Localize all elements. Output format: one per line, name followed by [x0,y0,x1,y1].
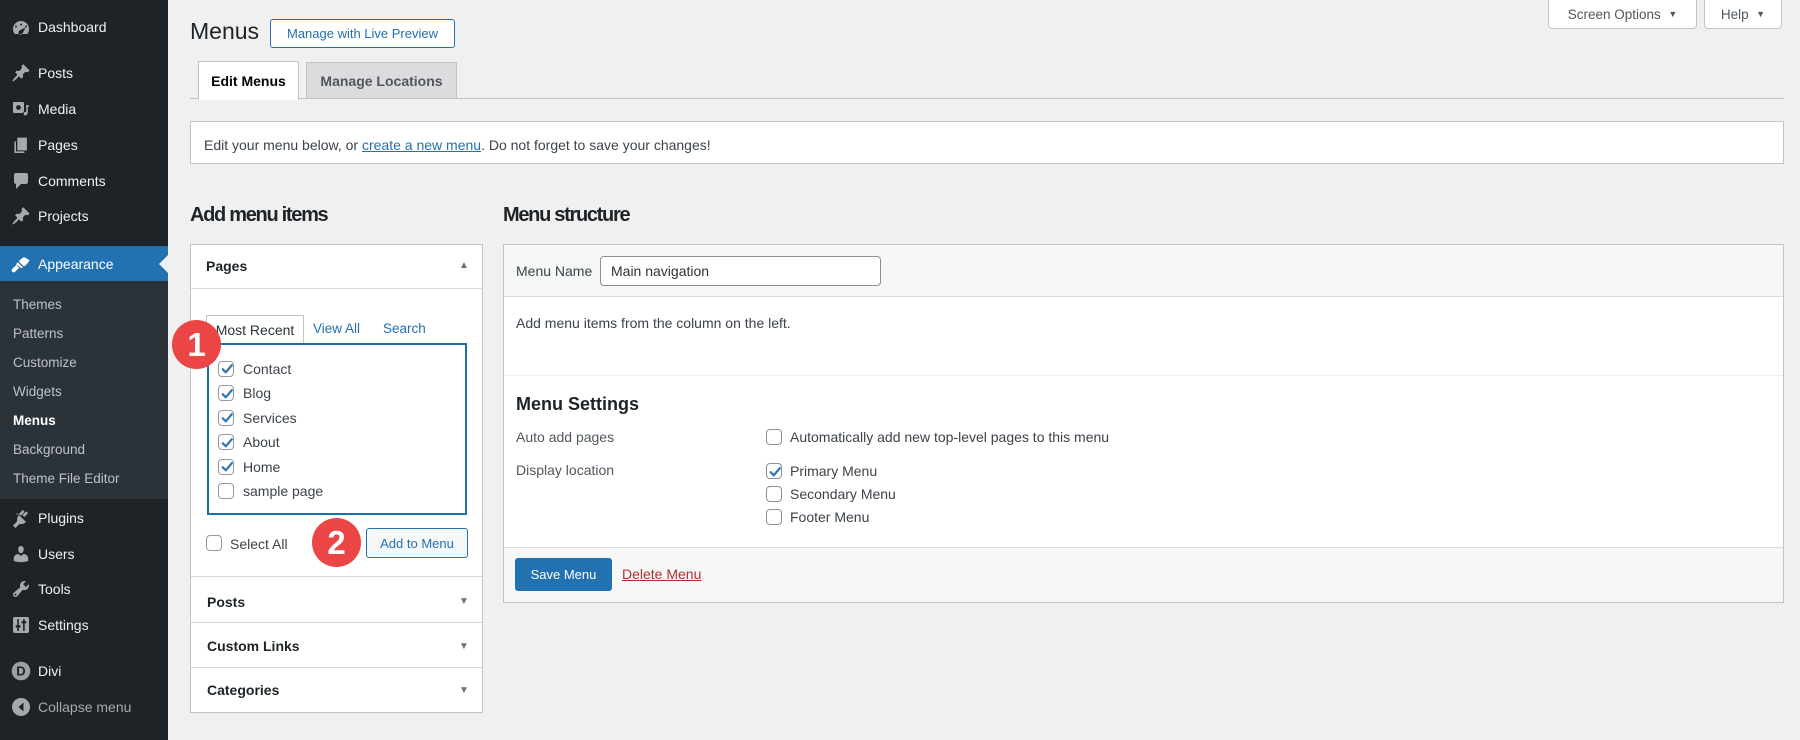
svg-text:D: D [16,664,25,679]
